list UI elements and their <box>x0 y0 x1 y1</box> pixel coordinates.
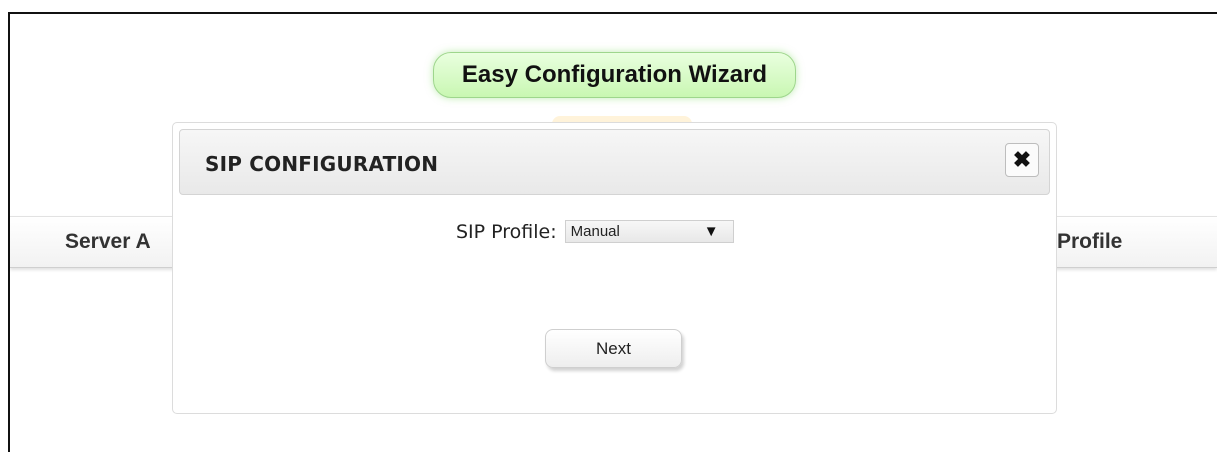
sip-profile-label: SIP Profile: <box>456 220 557 243</box>
close-button[interactable]: ✖ <box>1005 143 1039 177</box>
dialog-header: SIP CONFIGURATION ✖ <box>179 129 1050 195</box>
next-button[interactable]: Next <box>545 329 682 368</box>
dialog-title: SIP CONFIGURATION <box>205 152 439 176</box>
sip-profile-select[interactable]: Manual ▼ <box>564 220 734 243</box>
wizard-title: Easy Configuration Wizard <box>433 52 796 98</box>
column-header-profile: Profile <box>1057 230 1123 253</box>
sip-profile-value: Manual <box>570 223 620 240</box>
close-icon: ✖ <box>1012 147 1032 172</box>
sip-configuration-dialog: SIP CONFIGURATION ✖ SIP Profile: Manual … <box>172 122 1057 414</box>
dropdown-arrow-icon: ▼ <box>703 223 719 240</box>
column-header-server: Server A <box>65 230 151 253</box>
sip-profile-row: SIP Profile: Manual ▼ <box>456 220 734 243</box>
